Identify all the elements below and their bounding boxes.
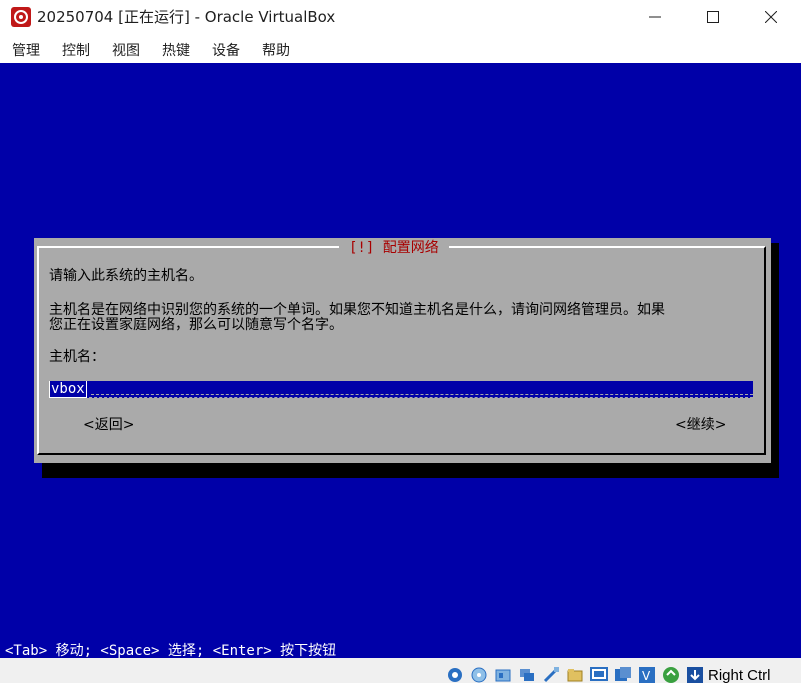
svg-text:V: V [642, 669, 651, 683]
dialog-title: [!] 配置网络 [349, 240, 439, 256]
keyboard-capture-icon[interactable] [686, 666, 704, 683]
hostname-input-value: vbox [49, 381, 87, 398]
close-icon [765, 10, 777, 23]
optical-drive-icon[interactable] [470, 666, 488, 683]
hostname-input-underline [91, 394, 753, 395]
window-title: 20250704 [正在运行] - Oracle VirtualBox [37, 8, 336, 26]
configure-network-dialog: [!] 配置网络 请输入此系统的主机名。 主机名是在网络中识别您的系统的一个单词… [34, 238, 771, 463]
dialog-title-bar: [!] 配置网络 [339, 238, 449, 256]
status-bar: V Right Ctrl [0, 658, 801, 683]
hard-disk-icon[interactable] [446, 666, 464, 683]
vm-screen[interactable]: [!] 配置网络 请输入此系统的主机名。 主机名是在网络中识别您的系统的一个单词… [0, 63, 801, 658]
menu-item-view[interactable]: 视图 [112, 40, 140, 60]
usb-icon[interactable] [542, 666, 560, 683]
host-key-label: Right Ctrl [708, 667, 771, 683]
keyboard-hint: <Tab> 移动; <Space> 选择; <Enter> 按下按钮 [5, 643, 337, 659]
menu-item-devices[interactable]: 设备 [212, 40, 240, 60]
video-capture-icon[interactable] [614, 666, 632, 683]
audio-icon[interactable] [494, 666, 512, 683]
close-button[interactable] [748, 0, 794, 33]
menu-item-help[interactable]: 帮助 [262, 40, 290, 60]
minimize-icon [649, 16, 661, 17]
display-icon[interactable] [590, 666, 608, 683]
maximize-icon [707, 10, 719, 23]
shared-folders-icon[interactable] [566, 666, 584, 683]
window-titlebar: 20250704 [正在运行] - Oracle VirtualBox [0, 0, 801, 33]
hostname-field-label: 主机名： [49, 349, 105, 365]
minimize-button[interactable] [632, 0, 678, 33]
menu-item-control[interactable]: 控制 [62, 40, 90, 60]
hostname-prompt: 请输入此系统的主机名。 [49, 268, 203, 284]
hostname-description-line2: 您正在设置家庭网络，那么可以随意写个名字。 [49, 317, 343, 333]
network-icon[interactable] [518, 666, 536, 683]
virtualbox-app-icon[interactable] [11, 7, 31, 27]
virtualization-icon[interactable]: V [638, 666, 656, 683]
hostname-description-line1: 主机名是在网络中识别您的系统的一个单词。如果您不知道主机名是什么，请询问网络管理… [49, 302, 665, 318]
back-button[interactable]: <返回> [83, 414, 134, 434]
menu-bar: 管理 控制 视图 热键 设备 帮助 [0, 33, 801, 63]
continue-button[interactable]: <继续> [675, 414, 726, 434]
mouse-integration-icon[interactable] [662, 666, 680, 683]
menu-item-manage[interactable]: 管理 [12, 40, 40, 60]
maximize-button[interactable] [690, 0, 736, 33]
menu-item-hotkeys[interactable]: 热键 [162, 40, 190, 60]
hostname-input[interactable]: vbox [49, 381, 753, 398]
